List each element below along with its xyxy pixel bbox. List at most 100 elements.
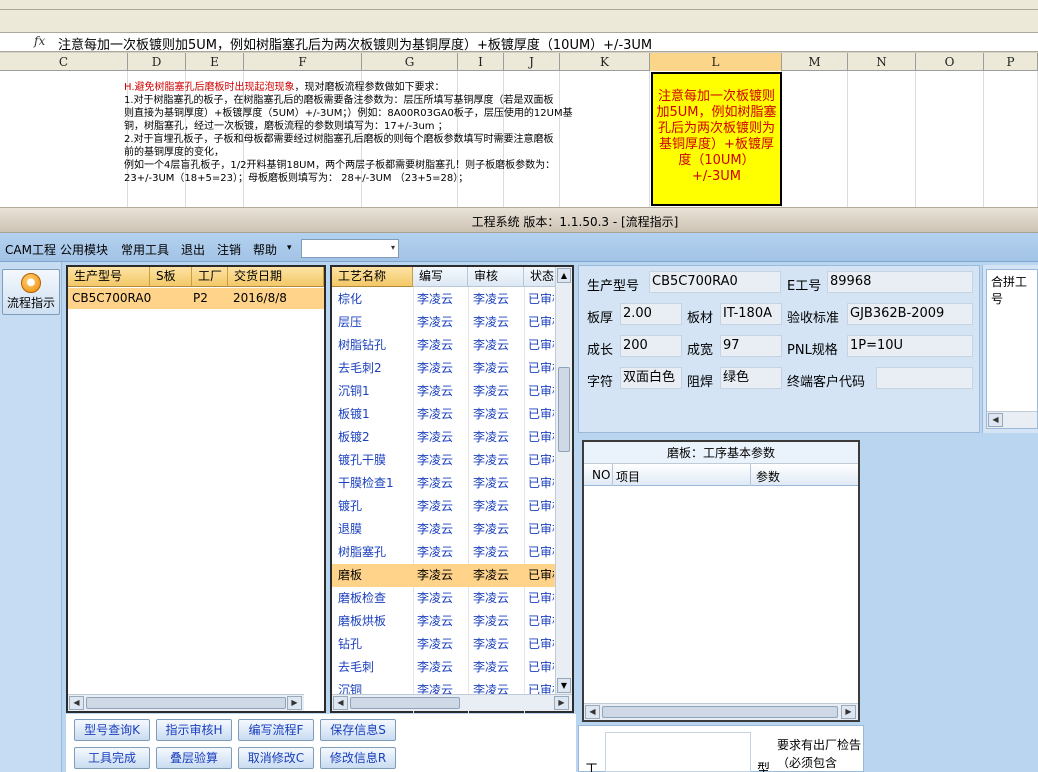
grind-hscrollbar[interactable]: ◀ ▶ xyxy=(584,703,858,720)
scroll-thumb[interactable] xyxy=(602,706,838,718)
column-header-m[interactable]: M xyxy=(782,53,848,71)
column-header-g[interactable]: G xyxy=(362,53,458,71)
list-item[interactable]: 去毛刺2 李凌云 李凌云 已审核 xyxy=(332,357,556,380)
column-header-e[interactable]: E xyxy=(186,53,244,71)
merge-list[interactable]: 合拼工号 ◀ xyxy=(986,269,1038,429)
thickness-field[interactable]: 2.00 xyxy=(620,303,682,325)
process-hscrollbar[interactable]: ◀ ▶ xyxy=(332,694,572,711)
process-vscrollbar[interactable]: ▲ ▼ xyxy=(555,267,572,695)
write-flow-button[interactable]: 编写流程F xyxy=(238,719,314,741)
bottom-detail-pane: 工 型 要求有出厂检告（必须包含 xyxy=(578,725,864,772)
bottom-text-area[interactable] xyxy=(605,732,751,772)
cancel-edit-button[interactable]: 取消修改C xyxy=(238,747,314,769)
char-field[interactable]: 双面白色 xyxy=(620,367,682,389)
list-item[interactable]: 钻孔 李凌云 李凌云 已审核 xyxy=(332,633,556,656)
model-field[interactable]: CB5C700RA0 xyxy=(649,271,781,293)
column-header-c[interactable]: C xyxy=(0,53,128,71)
material-field[interactable]: IT-180A xyxy=(720,303,782,325)
col-header-process-name[interactable]: 工艺名称 xyxy=(332,267,413,287)
scroll-left-icon[interactable]: ◀ xyxy=(585,705,600,719)
tool-complete-button[interactable]: 工具完成 xyxy=(74,747,150,769)
list-item[interactable]: 沉铜1 李凌云 李凌云 已审核 xyxy=(332,380,556,403)
col-header-factory[interactable]: 工厂 xyxy=(192,267,228,287)
formula-text[interactable]: 注意每加一次板镀则加5UM，例如树脂塞孔后为两次板镀则为基铜厚度）+板镀厚度（1… xyxy=(58,34,652,53)
scroll-left-icon[interactable]: ◀ xyxy=(988,413,1003,427)
scroll-thumb[interactable] xyxy=(558,367,570,452)
process-grid[interactable]: 工艺名称 编写 审核 状态 棕化李凌云李凌云已审核层压李凌云李凌云已审核树脂钻孔… xyxy=(330,265,574,715)
list-item[interactable]: 退膜 李凌云 李凌云 已审核 xyxy=(332,518,556,541)
menu-common-tools[interactable]: 常用工具 xyxy=(121,241,169,258)
column-header-n[interactable]: N xyxy=(848,53,916,71)
highlighted-cell-l[interactable]: 注意每加一次板镀则加5UM，例如树脂塞孔后为两次板镀则为基铜厚度）+板镀厚度（1… xyxy=(651,72,782,206)
eno-field[interactable]: 89968 xyxy=(827,271,973,293)
orders-hscrollbar[interactable]: ◀ ▶ xyxy=(68,694,304,711)
list-item[interactable]: 镀孔 李凌云 李凌云 已审核 xyxy=(332,495,556,518)
col-header-status[interactable]: 状态 xyxy=(524,267,556,287)
review-instruction-button[interactable]: 指示审核H xyxy=(156,719,232,741)
width-field[interactable]: 97 xyxy=(720,335,782,357)
list-item[interactable]: 树脂塞孔 李凌云 李凌云 已审核 xyxy=(332,541,556,564)
column-header-j[interactable]: J xyxy=(504,53,560,71)
list-item[interactable]: 镀孔干膜 李凌云 李凌云 已审核 xyxy=(332,449,556,472)
list-item[interactable]: 磨板检查 李凌云 李凌云 已审核 xyxy=(332,587,556,610)
mask-field[interactable]: 绿色 xyxy=(720,367,782,389)
list-item[interactable]: 层压 李凌云 李凌云 已审核 xyxy=(332,311,556,334)
scroll-thumb[interactable] xyxy=(86,697,286,709)
column-header-d[interactable]: D xyxy=(128,53,186,71)
scroll-thumb[interactable] xyxy=(350,697,460,709)
note-line: 则直接为基铜厚度）+板镀厚度（5UM）+/-3UM；）例如：8A00R03GA0… xyxy=(124,108,573,119)
orders-grid[interactable]: 生产型号 S板 工厂 交货日期 CB5C700RA0 P2 2016/8/8 ◀… xyxy=(66,265,326,713)
worksheet-area[interactable]: H.避免树脂塞孔后磨板时出现起泡现象，现对磨板流程参数做如下要求： 1.对于树脂… xyxy=(0,71,1038,207)
column-header-k[interactable]: K xyxy=(560,53,650,71)
menu-exit[interactable]: 退出 xyxy=(181,241,205,258)
scroll-right-icon[interactable]: ▶ xyxy=(841,705,856,719)
menu-help[interactable]: 帮助 xyxy=(253,241,277,258)
col-header-writer[interactable]: 编写 xyxy=(413,267,468,287)
flow-indicator-button[interactable]: ● 流程指示 xyxy=(2,269,60,315)
model-query-button[interactable]: 型号查询K xyxy=(74,719,150,741)
save-info-button[interactable]: 保存信息S xyxy=(320,719,396,741)
list-item[interactable]: 干膜检查1 李凌云 李凌云 已审核 xyxy=(332,472,556,495)
col-header-reviewer[interactable]: 审核 xyxy=(468,267,524,287)
menu-logout[interactable]: 注销 xyxy=(217,241,241,258)
scroll-up-icon[interactable]: ▲ xyxy=(557,268,571,283)
column-header-i[interactable]: I xyxy=(458,53,504,71)
standard-field[interactable]: GJB362B-2009 xyxy=(847,303,973,325)
column-header-p[interactable]: P xyxy=(984,53,1038,71)
process-writer: 李凌云 xyxy=(417,407,454,421)
col-header-param[interactable]: 参数 xyxy=(756,468,780,485)
list-item[interactable]: 棕化 李凌云 李凌云 已审核 xyxy=(332,288,556,311)
menu-combo-box[interactable]: ▾ xyxy=(301,239,399,258)
length-field[interactable]: 200 xyxy=(620,335,682,357)
modify-info-button[interactable]: 修改信息R xyxy=(320,747,396,769)
scroll-right-icon[interactable]: ▶ xyxy=(287,696,302,710)
column-header-f[interactable]: F xyxy=(244,53,362,71)
col-header-date[interactable]: 交货日期 xyxy=(228,267,324,287)
list-item[interactable]: 树脂钻孔 李凌云 李凌云 已审核 xyxy=(332,334,556,357)
scroll-right-icon[interactable]: ▶ xyxy=(554,696,569,710)
formula-bar[interactable]: fx 注意每加一次板镀则加5UM，例如树脂塞孔后为两次板镀则为基铜厚度）+板镀厚… xyxy=(0,32,1038,53)
merge-hscrollbar[interactable]: ◀ xyxy=(987,411,1037,428)
table-row[interactable]: CB5C700RA0 P2 2016/8/8 xyxy=(68,288,324,309)
column-header-o[interactable]: O xyxy=(916,53,984,71)
menu-help-dropdown-icon[interactable]: ▾ xyxy=(287,243,292,253)
scroll-left-icon[interactable]: ◀ xyxy=(69,696,84,710)
menu-cam[interactable]: CAM工程 xyxy=(5,241,56,258)
scroll-left-icon[interactable]: ◀ xyxy=(333,696,348,710)
list-item[interactable]: 板镀2 李凌云 李凌云 已审核 xyxy=(332,426,556,449)
col-header-s[interactable]: S板 xyxy=(150,267,192,287)
menu-public-module[interactable]: 公用模块 xyxy=(60,241,108,258)
column-header-l[interactable]: L xyxy=(650,53,782,71)
col-header-no[interactable]: NO xyxy=(592,468,610,482)
list-item[interactable]: 板镀1 李凌云 李凌云 已审核 xyxy=(332,403,556,426)
list-item[interactable]: 去毛刺 李凌云 李凌云 已审核 xyxy=(332,656,556,679)
list-item[interactable]: 磨板烘板 李凌云 李凌云 已审核 xyxy=(332,610,556,633)
col-header-model[interactable]: 生产型号 xyxy=(68,267,150,287)
pnl-field[interactable]: 1P=10U xyxy=(847,335,973,357)
customer-field[interactable] xyxy=(876,367,973,389)
stackup-check-button[interactable]: 叠层验算 xyxy=(156,747,232,769)
col-header-item[interactable]: 项目 xyxy=(616,468,640,485)
excel-toolbar[interactable] xyxy=(0,0,1038,10)
list-item[interactable]: 磨板 李凌云 李凌云 已审核 xyxy=(332,564,556,587)
scroll-down-icon[interactable]: ▼ xyxy=(557,678,571,693)
